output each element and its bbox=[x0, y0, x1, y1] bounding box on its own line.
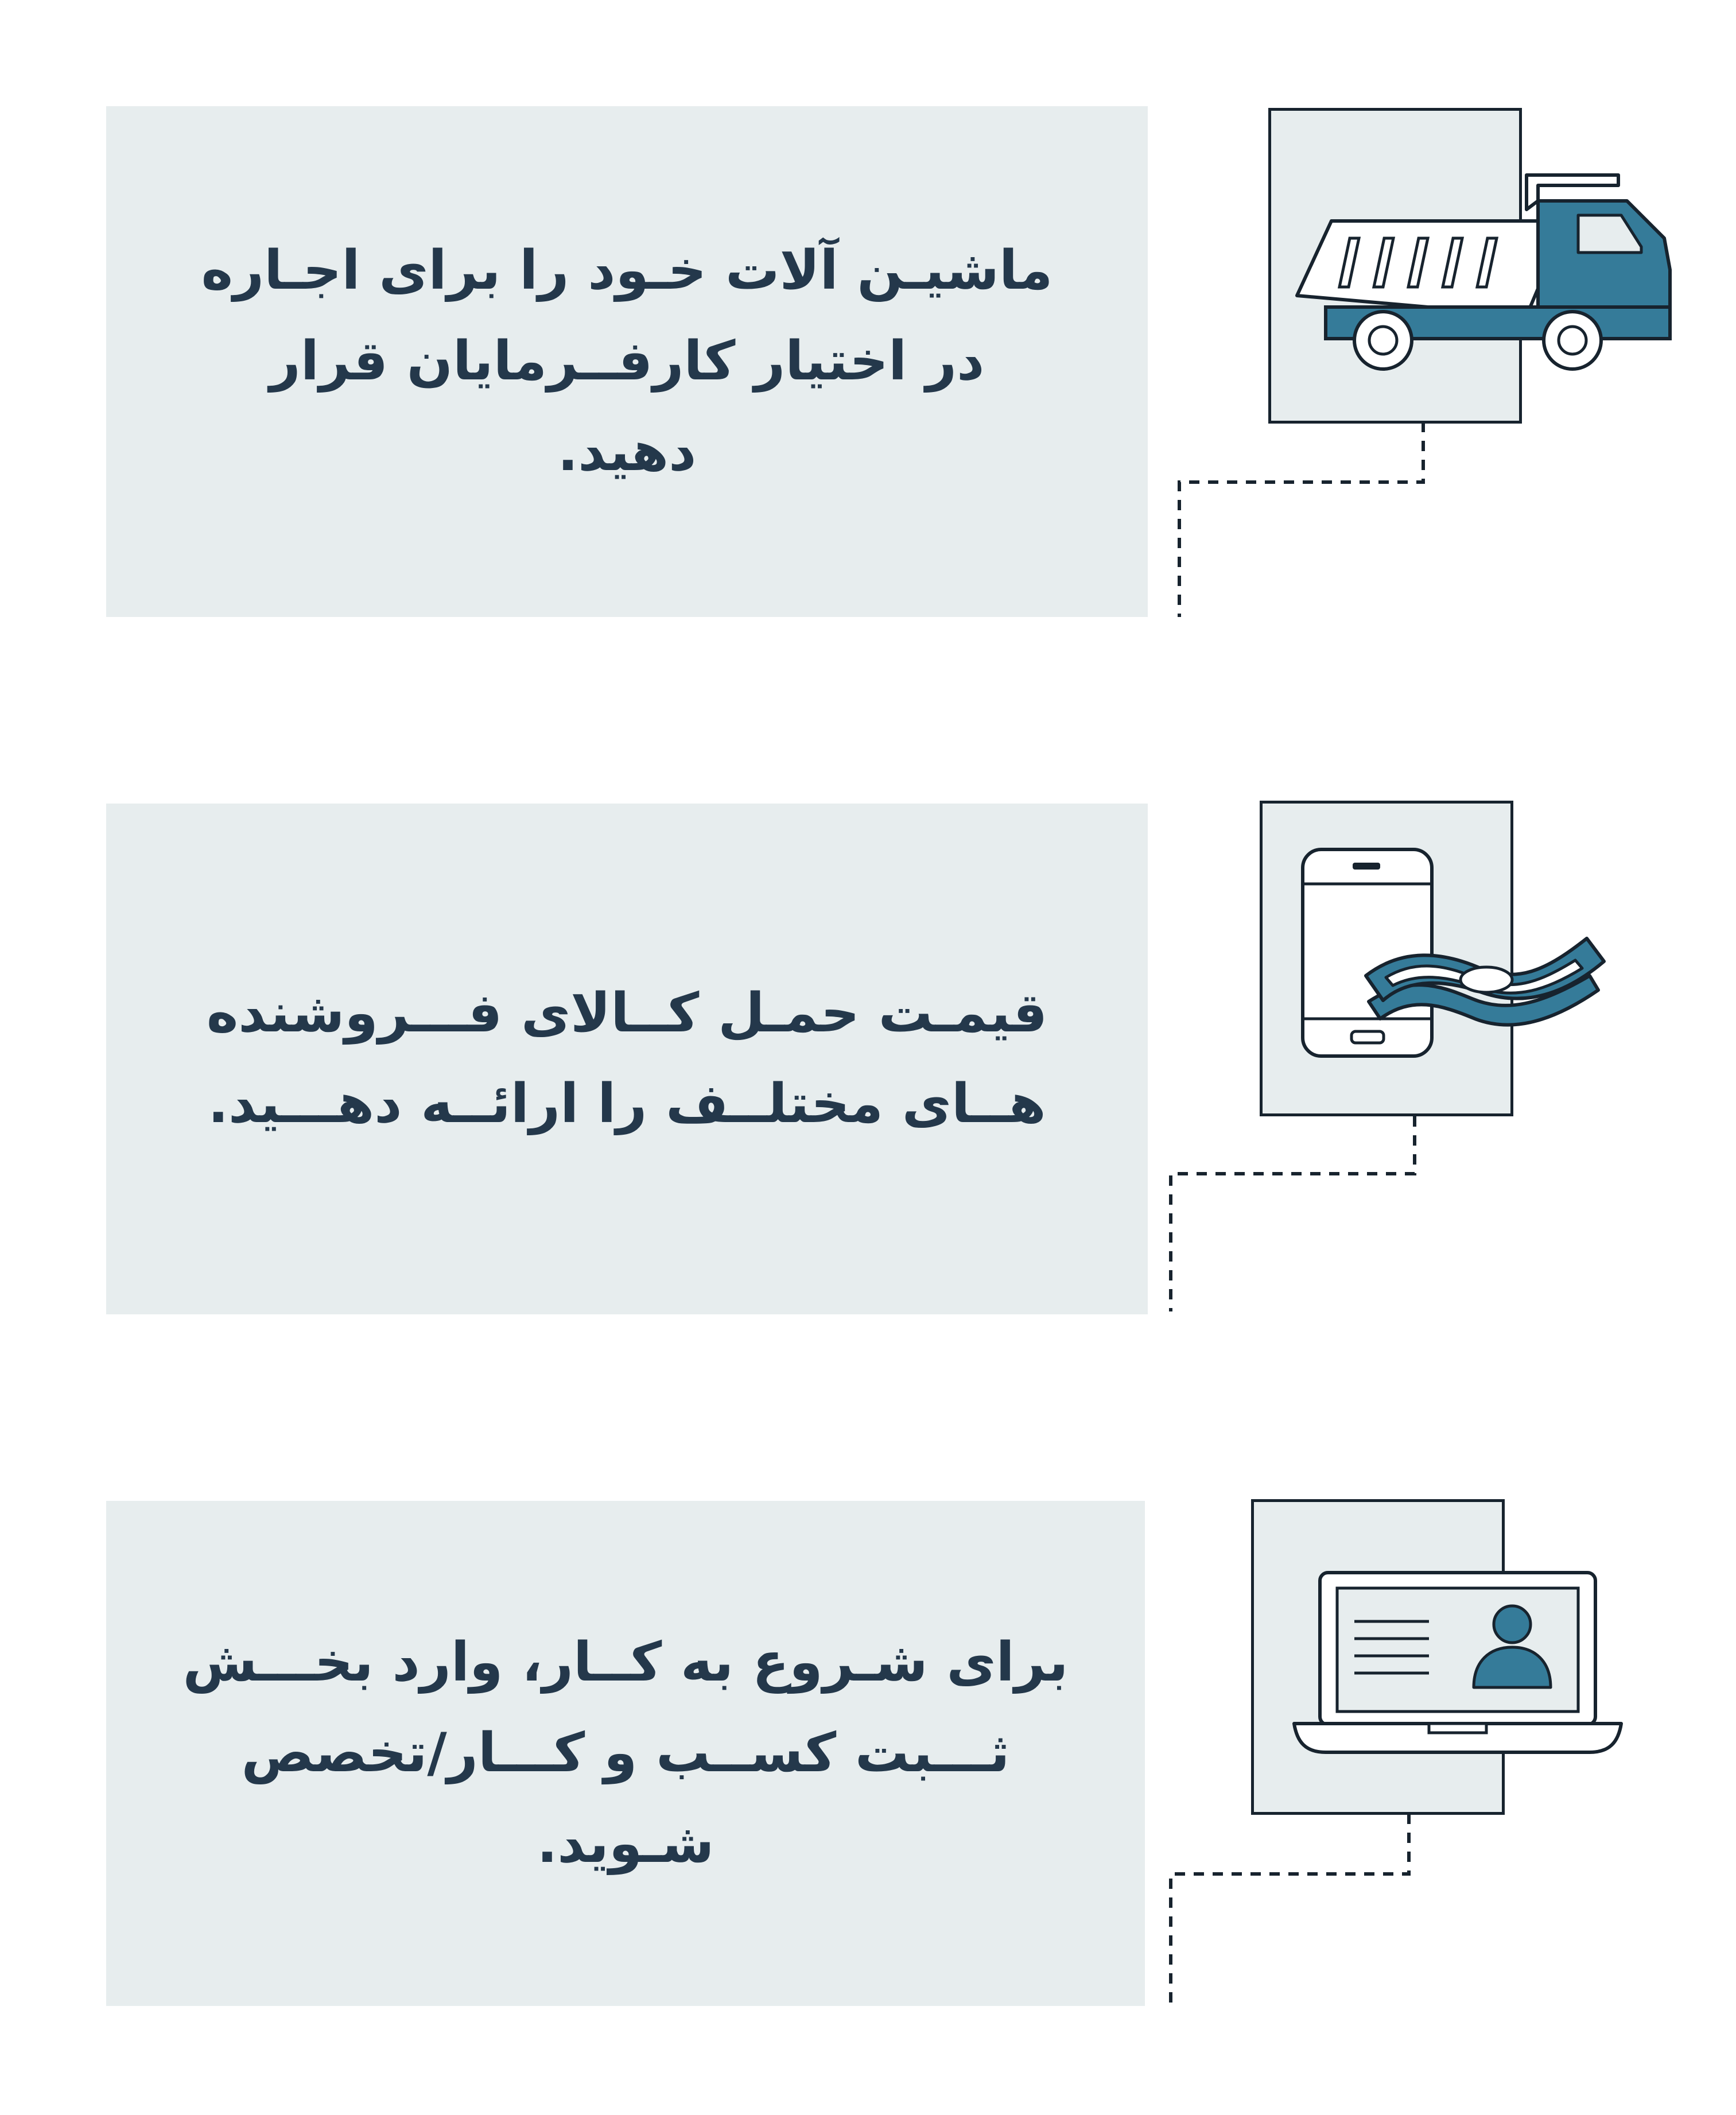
step-3-text: برای شـروع به کــار، وارد بخـــش ثـــبت … bbox=[182, 1631, 1069, 1875]
step-3-text-panel: برای شـروع به کــار، وارد بخـــش ثـــبت … bbox=[106, 1501, 1145, 2006]
step-3-connector bbox=[1169, 1814, 1411, 2006]
step-3: برای شـروع به کــار، وارد بخـــش ثـــبت … bbox=[0, 0, 1736, 2066]
laptop-profile-icon bbox=[1292, 1571, 1623, 1754]
